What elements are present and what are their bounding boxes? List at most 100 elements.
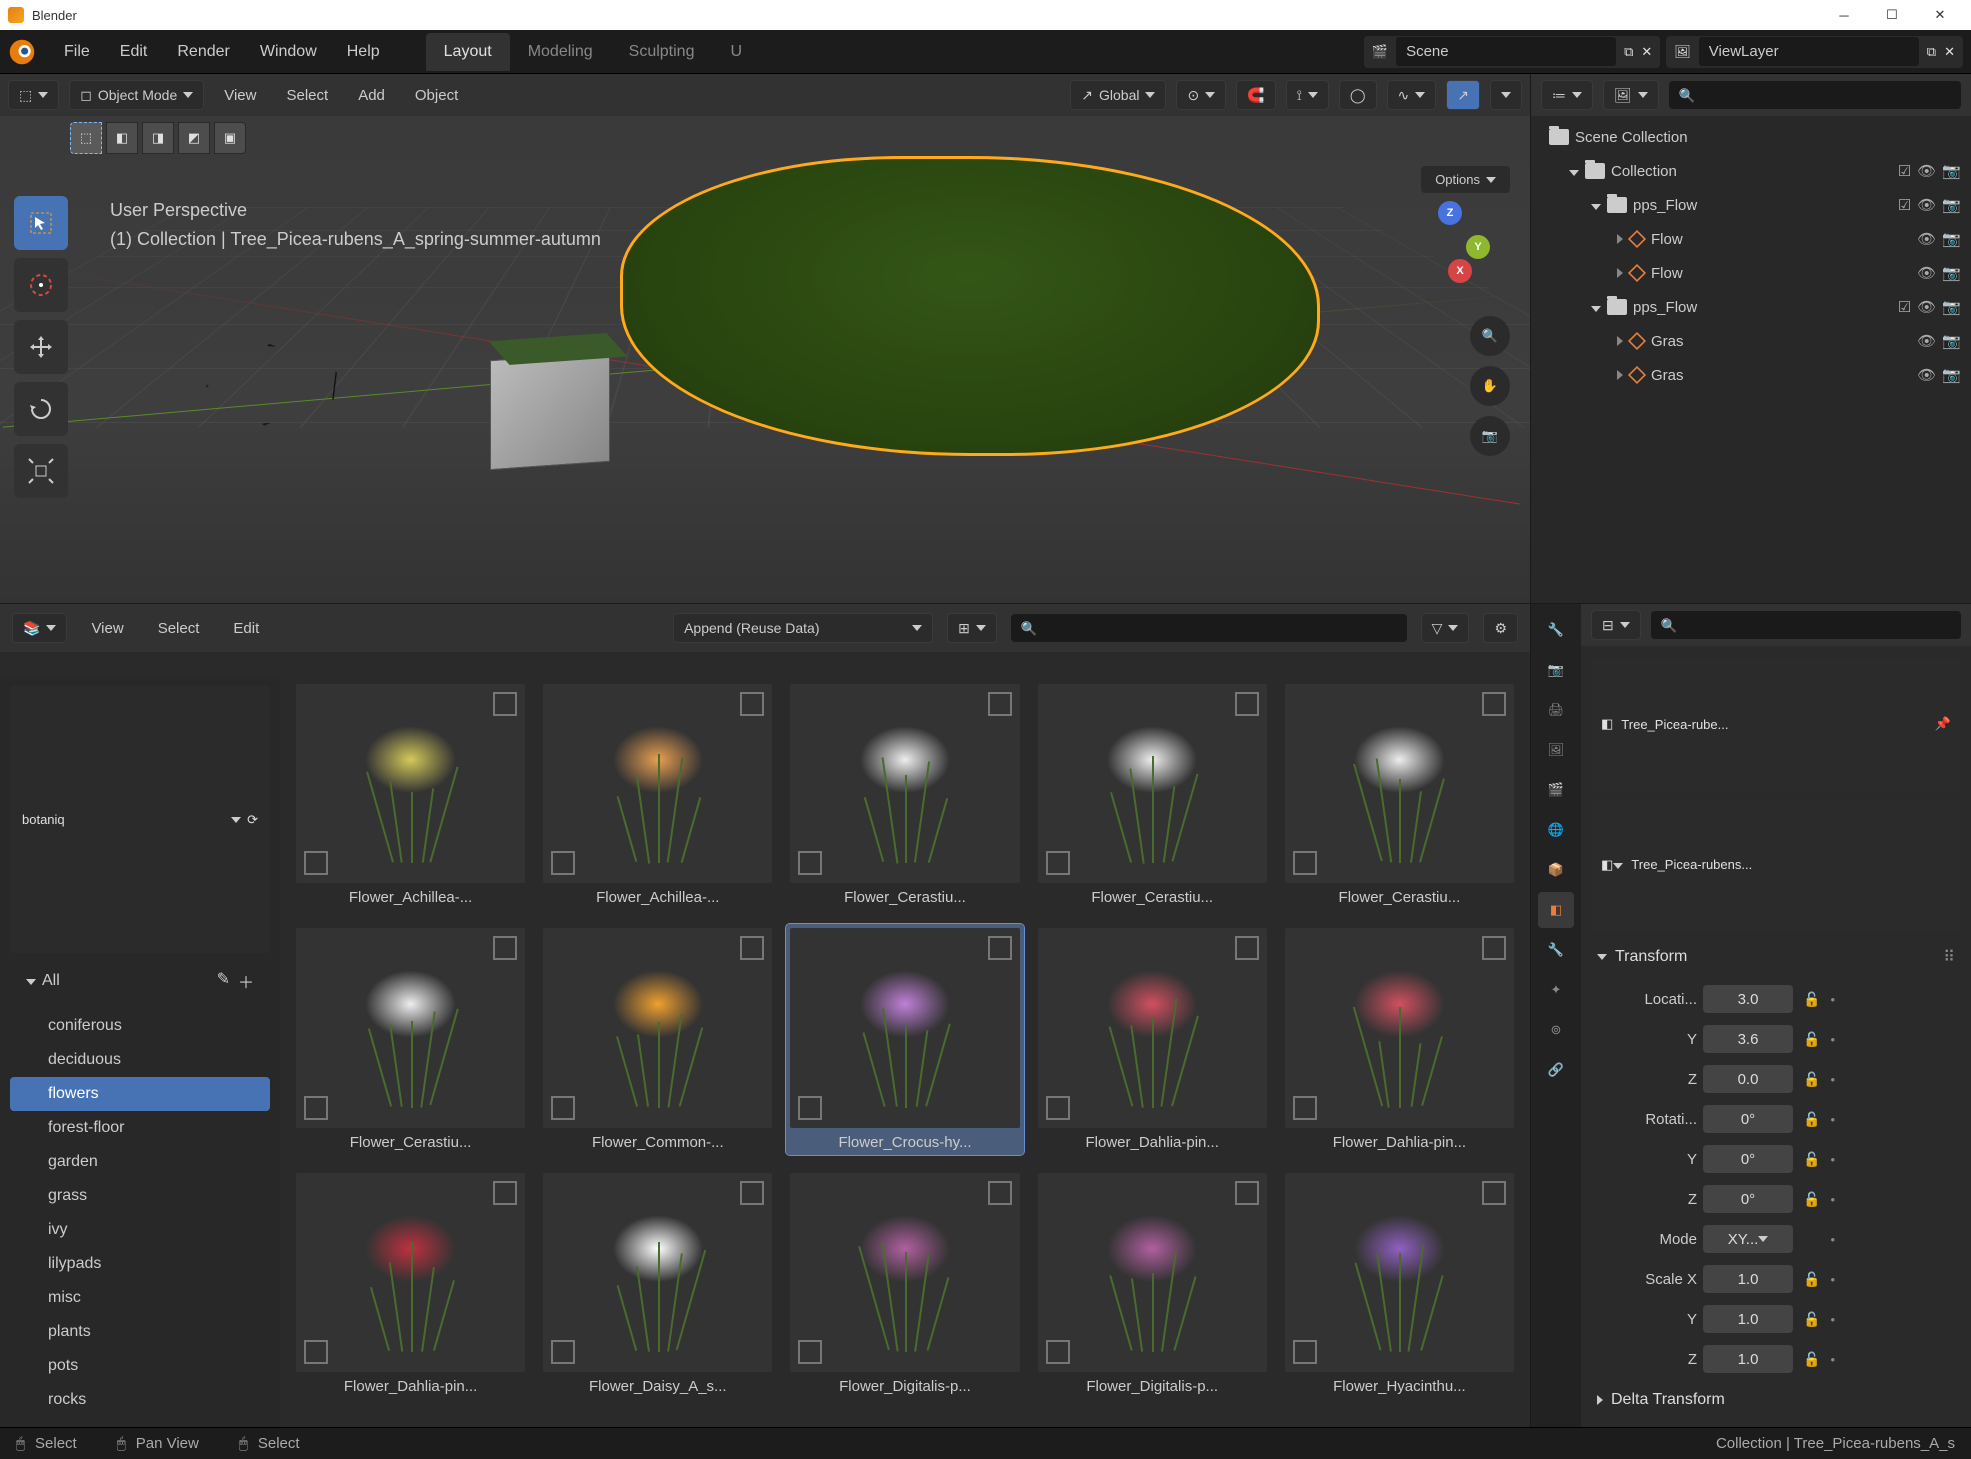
eye-icon[interactable]: 👁 [1917,298,1936,316]
delete-viewlayer-icon[interactable]: ✕ [1944,44,1955,60]
eye-icon[interactable]: 👁 [1917,366,1936,384]
pan-button[interactable]: ✋ [1470,366,1510,406]
disclosure-icon[interactable] [1617,265,1623,282]
tab-modeling[interactable]: Modeling [510,33,611,71]
camera-icon[interactable]: 📷 [1942,196,1961,214]
gizmo-options[interactable] [1490,80,1522,110]
tree-row[interactable]: Flow👁📷 [1531,256,1971,290]
section-delta-transform[interactable]: Delta Transform [1591,1383,1961,1417]
tree-row[interactable]: Collection☑👁📷 [1531,154,1971,188]
asset-card[interactable]: Flower_Achillea-... [539,680,776,910]
lock-icon[interactable]: 🔓 [1799,1311,1824,1328]
category-ivy[interactable]: ivy [10,1213,270,1247]
tool-rotate[interactable] [14,382,68,436]
copy-viewlayer-icon[interactable]: ⧉ [1927,44,1936,60]
scene-name-input[interactable] [1396,37,1616,66]
prop-tab-output[interactable]: 🖨 [1538,692,1574,728]
asset-card[interactable]: Flower_Digitalis-p... [1034,1169,1271,1399]
blender-logo-icon[interactable] [8,38,36,66]
location-z-input[interactable]: 0.0 [1703,1065,1793,1093]
location-y-input[interactable]: 3.6 [1703,1025,1793,1053]
category-misc[interactable]: misc [10,1281,270,1315]
refresh-icon[interactable]: ⟳ [247,812,258,828]
camera-icon[interactable]: 📷 [1942,162,1961,180]
scene-planter-object[interactable] [490,352,610,470]
disclosure-icon[interactable] [1569,163,1579,180]
props-options[interactable]: ⊟ [1591,610,1641,640]
tree-row[interactable]: Flow👁📷 [1531,222,1971,256]
props-datablock-crumb2[interactable]: ◧ Tree_Picea-rubens... [1591,799,1961,932]
eye-icon[interactable]: 👁 [1917,162,1936,180]
asset-display-options[interactable]: ⊞ [947,613,997,643]
maximize-button[interactable]: ☐ [1869,1,1915,29]
disclosure-icon[interactable] [1591,299,1601,316]
category-deciduous[interactable]: deciduous [10,1043,270,1077]
menu-edit[interactable]: Edit [106,37,162,67]
tree-row[interactable]: Gras👁📷 [1531,358,1971,392]
checkbox-icon[interactable]: ☑ [1898,162,1911,180]
eye-icon[interactable]: 👁 [1917,196,1936,214]
menu-window[interactable]: Window [246,37,331,67]
camera-icon[interactable]: 📷 [1942,230,1961,248]
props-datablock-crumb1[interactable]: ◧ Tree_Picea-rube... 📌 [1591,658,1961,791]
lock-icon[interactable]: 🔓 [1799,1351,1824,1368]
catalog-add-icon[interactable]: ＋ [238,969,254,993]
tree-row[interactable]: pps_Flow☑👁📷 [1531,290,1971,324]
prop-tab-particles[interactable]: ✦ [1538,972,1574,1008]
eye-icon[interactable]: 👁 [1917,332,1936,350]
asset-card[interactable]: Flower_Common-... [539,924,776,1154]
viewport-menu-view[interactable]: View [214,81,266,110]
asset-filter-button[interactable]: ▽ [1421,613,1470,643]
camera-icon[interactable]: 📷 [1942,298,1961,316]
lock-icon[interactable]: 🔓 [1799,1111,1824,1128]
select-mode-subtract[interactable]: ◨ [142,122,174,154]
prop-tab-viewlayer[interactable]: 🖼 [1538,732,1574,768]
prop-tab-render[interactable]: 📷 [1538,652,1574,688]
viewport-nav-gizmo[interactable]: Z Y X [1410,201,1490,281]
asset-menu-edit[interactable]: Edit [223,614,269,643]
asset-card[interactable]: Flower_Cerastiu... [1281,680,1518,910]
category-plants[interactable]: plants [10,1315,270,1349]
scale-x-input[interactable]: 1.0 [1703,1265,1793,1293]
category-grass[interactable]: grass [10,1179,270,1213]
rotation-y-input[interactable]: 0° [1703,1145,1793,1173]
outliner-search-input[interactable] [1669,81,1961,109]
lock-icon[interactable]: 🔓 [1799,1151,1824,1168]
menu-file[interactable]: File [50,37,104,67]
disclosure-icon[interactable] [1591,197,1601,214]
orientation-selector[interactable]: ↗ Global [1070,80,1166,110]
category-garden[interactable]: garden [10,1145,270,1179]
lock-icon[interactable]: 🔓 [1799,991,1824,1008]
select-mode-invert[interactable]: ◩ [178,122,210,154]
gizmo-axis-x[interactable]: X [1448,259,1472,283]
asset-card[interactable]: Flower_Dahlia-pin... [1034,924,1271,1154]
minimize-button[interactable]: ─ [1821,1,1867,29]
rotation-z-input[interactable]: 0° [1703,1185,1793,1213]
viewport-options-button[interactable]: Options [1421,166,1510,193]
rotation-x-input[interactable]: 0° [1703,1105,1793,1133]
snap-toggle[interactable]: 🧲 [1236,80,1275,110]
category-pots[interactable]: pots [10,1349,270,1383]
tool-select-box[interactable] [14,196,68,250]
camera-icon[interactable]: 📷 [1942,264,1961,282]
props-search-input[interactable] [1651,611,1961,639]
asset-card[interactable]: Flower_Dahlia-pin... [1281,924,1518,1154]
lock-icon[interactable]: 🔓 [1799,1191,1824,1208]
disclosure-icon[interactable] [1617,367,1623,384]
category-forest-floor[interactable]: forest-floor [10,1111,270,1145]
prop-tab-modifiers[interactable]: 🔧 [1538,932,1574,968]
proportional-options[interactable]: ∿ [1387,80,1437,110]
viewlayer-name-input[interactable] [1699,37,1919,66]
editor-type-selector[interactable]: ⬚ [8,80,59,110]
select-mode-box[interactable]: ⬚ [70,122,102,154]
lock-icon[interactable]: 🔓 [1799,1031,1824,1048]
tool-scale[interactable] [14,444,68,498]
asset-library-selector[interactable]: botaniq ⟳ [10,686,270,953]
viewlayer-selector[interactable]: 🖼 ⧉ ✕ [1666,36,1963,68]
tab-sculpting[interactable]: Sculpting [611,33,713,71]
category-all[interactable]: All ✎ ＋ [10,961,270,1001]
disclosure-icon[interactable] [1617,231,1623,248]
viewport-3d-canvas[interactable]: ⬚ ◧ ◨ ◩ ▣ User Perspective (1) Collectio… [0,116,1530,603]
prop-tab-object[interactable]: ◧ [1538,892,1574,928]
asset-import-mode[interactable]: Append (Reuse Data) [673,613,933,643]
